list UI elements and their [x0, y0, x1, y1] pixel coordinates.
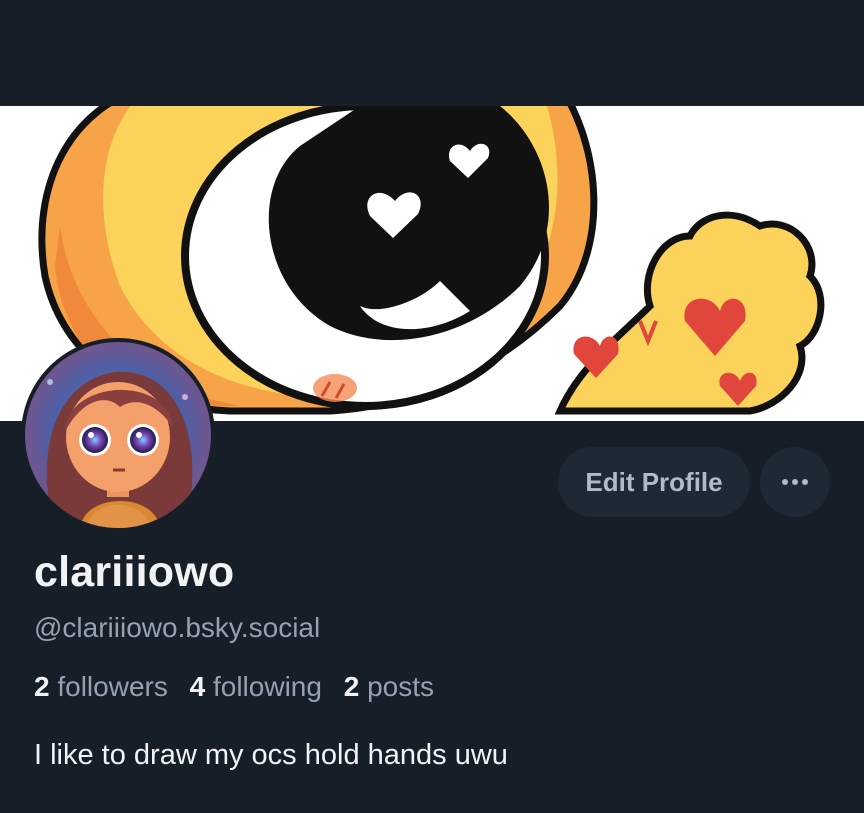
avatar-image: [25, 342, 211, 528]
profile-bio: I like to draw my ocs hold hands uwu: [34, 739, 508, 771]
top-bar: [0, 0, 864, 106]
profile-stats: 2 followers 4 following 2 posts: [34, 671, 448, 703]
edit-profile-button[interactable]: Edit Profile: [558, 447, 750, 517]
posts-count: 2: [343, 671, 360, 702]
posts-stat: 2 posts: [344, 671, 434, 702]
posts-label: posts: [367, 671, 435, 702]
more-options-button[interactable]: [760, 447, 830, 517]
followers-count: 2: [34, 671, 50, 702]
followers-label: followers: [57, 671, 168, 702]
avatar[interactable]: [21, 338, 215, 532]
following-label: following: [212, 671, 322, 702]
following-stat[interactable]: 4 following: [190, 671, 322, 702]
profile-handle: @clariiiowo.bsky.social: [34, 612, 321, 643]
ellipsis-icon: [782, 479, 808, 485]
followers-stat[interactable]: 2 followers: [34, 671, 168, 702]
following-count: 4: [189, 671, 206, 702]
display-name: clariiiowo: [34, 548, 235, 596]
